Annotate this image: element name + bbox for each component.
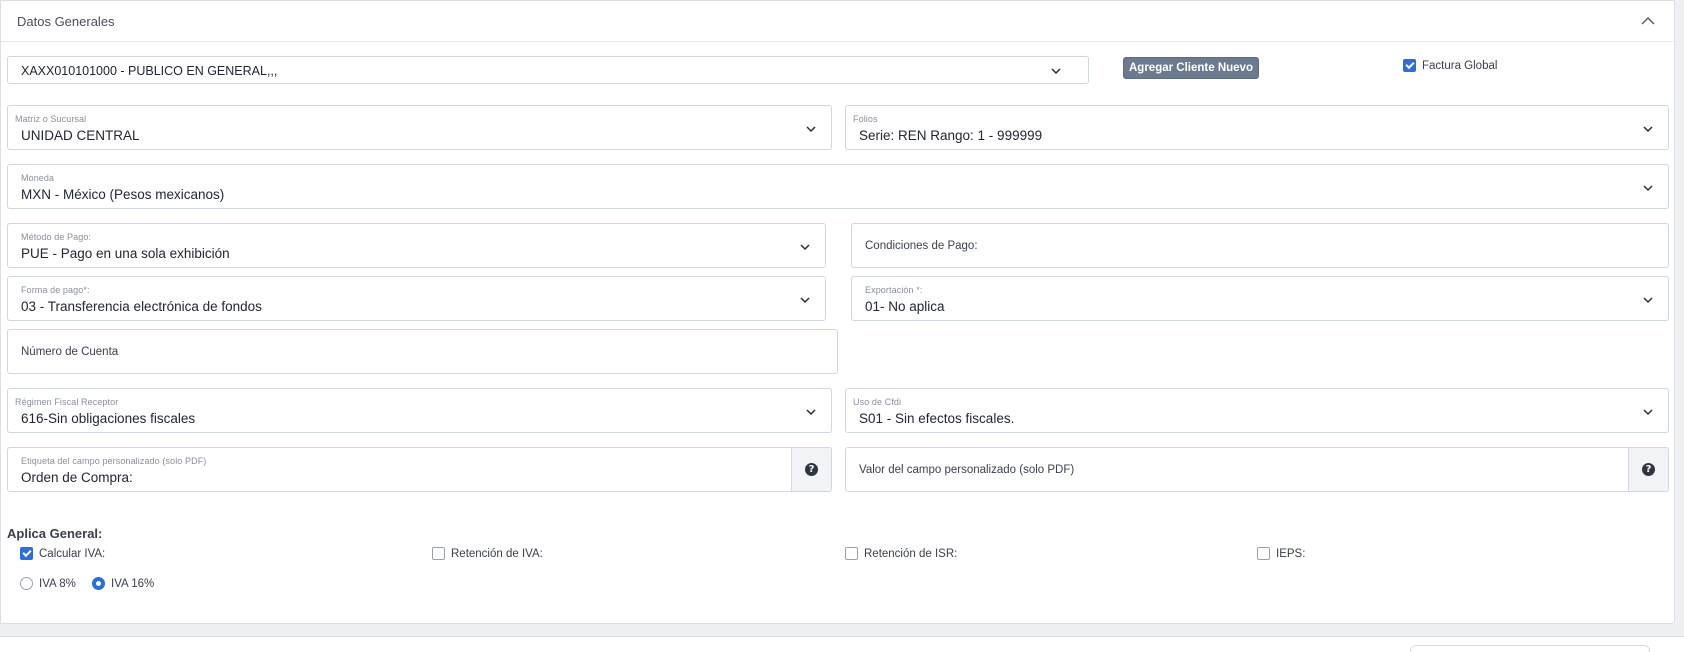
calc-iva-label: Calcular IVA:	[39, 548, 106, 560]
taxes-section-title: Aplica General:	[7, 526, 103, 541]
folios-value: Serie: REN Rango: 1 - 999999	[859, 128, 1043, 143]
calc-iva-checkbox[interactable]	[20, 547, 33, 560]
payment-form-label: Forma de pago*:	[21, 285, 90, 295]
bottom-pill	[1410, 645, 1650, 652]
export-value: 01- No aplica	[865, 299, 945, 314]
currency-label: Moneda	[21, 173, 55, 183]
chevron-down-icon	[1642, 122, 1654, 134]
custom-field-label-caption: Etiqueta del campo personalizado (solo P…	[21, 456, 207, 466]
ieps-label: IEPS:	[1276, 548, 1306, 560]
account-number-placeholder: Número de Cuenta	[21, 345, 119, 358]
ieps-checkbox[interactable]	[1257, 547, 1270, 560]
iva-8-label: IVA 8%	[39, 578, 76, 590]
currency-select[interactable]: Moneda MXN - México (Pesos mexicanos)	[7, 164, 1669, 209]
payment-conditions-input[interactable]: Condiciones de Pago:	[851, 223, 1669, 268]
chevron-down-icon	[1050, 64, 1062, 76]
global-invoice-checkbox[interactable]	[1403, 59, 1416, 72]
branch-value: UNIDAD CENTRAL	[21, 128, 140, 143]
payment-method-value: PUE - Pago en una sola exhibición	[21, 246, 230, 261]
custom-field-value-input[interactable]: Valor del campo personalizado (solo PDF)…	[845, 447, 1669, 492]
folios-label: Folios	[853, 114, 878, 124]
branch-label: Matriz o Sucursal	[15, 114, 87, 124]
ret-isr-label: Retención de ISR:	[864, 548, 958, 560]
iva-16-radio[interactable]	[92, 577, 105, 590]
tax-regime-label: Régimen Fiscal Receptor	[15, 397, 119, 407]
payment-form-value: 03 - Transferencia electrónica de fondos	[21, 299, 262, 314]
payment-conditions-placeholder: Condiciones de Pago:	[865, 239, 978, 252]
add-client-button[interactable]: Agregar Cliente Nuevo	[1123, 57, 1259, 79]
chevron-down-icon	[805, 122, 817, 134]
client-select[interactable]: XAXX010101000 - PUBLICO EN GENERAL,,,	[7, 56, 1089, 84]
export-select[interactable]: Exportación *: 01- No aplica	[851, 276, 1669, 321]
branch-select[interactable]: Matriz o Sucursal UNIDAD CENTRAL	[7, 105, 832, 150]
client-select-value: XAXX010101000 - PUBLICO EN GENERAL,,,	[21, 64, 278, 78]
folios-select[interactable]: Folios Serie: REN Rango: 1 - 999999	[845, 105, 1669, 150]
chevron-down-icon	[799, 293, 811, 305]
chevron-up-icon[interactable]	[1640, 13, 1656, 29]
custom-field-value-placeholder: Valor del campo personalizado (solo PDF)	[859, 463, 1075, 476]
chevron-down-icon	[1642, 181, 1654, 193]
iva-8-radio[interactable]	[20, 577, 33, 590]
ret-iva-label: Retención de IVA:	[451, 548, 543, 560]
ret-isr-checkbox[interactable]	[845, 547, 858, 560]
cfdi-use-select[interactable]: Uso de Cfdi S01 - Sin efectos fiscales.	[845, 388, 1669, 433]
custom-field-label-input[interactable]: Etiqueta del campo personalizado (solo P…	[7, 447, 832, 492]
cfdi-use-value: S01 - Sin efectos fiscales.	[859, 411, 1015, 426]
account-number-input[interactable]: Número de Cuenta	[7, 329, 838, 374]
datos-generales-panel: Datos Generales XAXX010101000 - PUBLICO …	[0, 0, 1675, 624]
ret-iva-checkbox[interactable]	[432, 547, 445, 560]
help-button[interactable]: ?	[1628, 448, 1668, 491]
currency-value: MXN - México (Pesos mexicanos)	[21, 187, 225, 202]
global-invoice-label: Factura Global	[1422, 60, 1498, 72]
payment-form-select[interactable]: Forma de pago*: 03 - Transferencia elect…	[7, 276, 826, 321]
tax-regime-value: 616-Sin obligaciones fiscales	[21, 411, 196, 426]
chevron-down-icon	[805, 405, 817, 417]
chevron-down-icon	[799, 240, 811, 252]
chevron-down-icon	[1642, 405, 1654, 417]
question-circle-icon: ?	[805, 463, 818, 476]
payment-method-select[interactable]: Método de Pago: PUE - Pago en una sola e…	[7, 223, 826, 268]
chevron-down-icon	[1642, 293, 1654, 305]
custom-field-label-value: Orden de Compra:	[21, 470, 133, 485]
iva-16-label: IVA 16%	[111, 578, 155, 590]
panel-header[interactable]: Datos Generales	[1, 1, 1674, 42]
payment-method-label: Método de Pago:	[21, 232, 92, 242]
tax-regime-select[interactable]: Régimen Fiscal Receptor 616-Sin obligaci…	[7, 388, 832, 433]
cfdi-use-label: Uso de Cfdi	[853, 397, 902, 407]
help-button[interactable]: ?	[791, 448, 831, 491]
question-circle-icon: ?	[1642, 463, 1655, 476]
panel-title: Datos Generales	[17, 14, 115, 29]
export-label: Exportación *:	[865, 285, 923, 295]
